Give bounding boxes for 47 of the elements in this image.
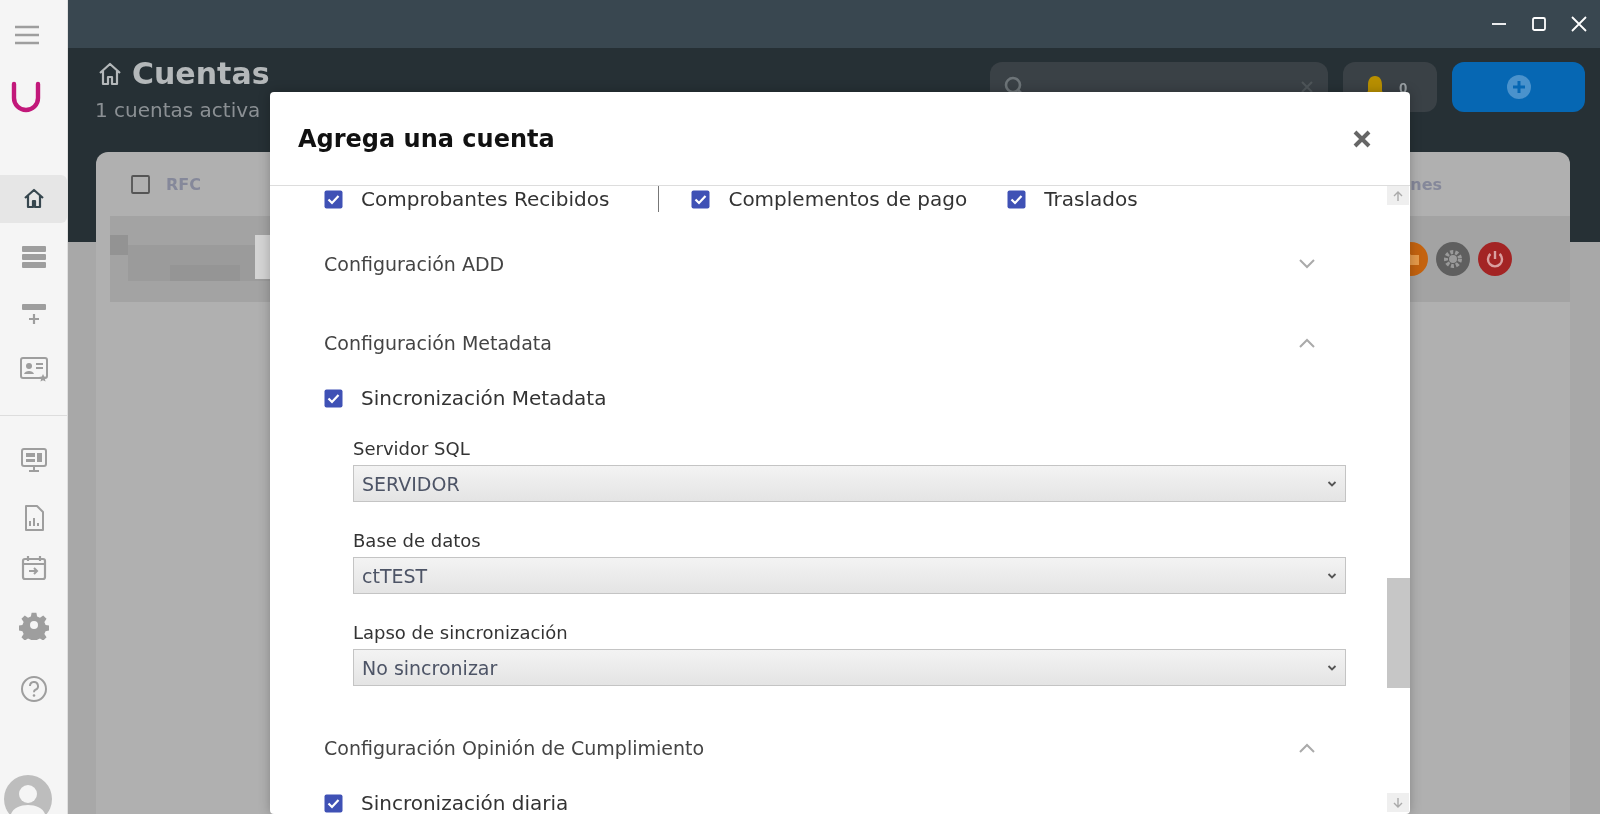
plus-circle-icon (1505, 74, 1532, 100)
help-icon (18, 674, 49, 704)
field-label: Base de datos (353, 530, 482, 552)
select-field[interactable]: No sincronizar (353, 649, 1346, 686)
arrow-down-icon (1392, 796, 1404, 809)
settings-icon[interactable] (1436, 242, 1470, 276)
scroll-up-button[interactable] (1387, 186, 1409, 205)
settings-icon (18, 610, 49, 640)
section-header[interactable]: Configuración Metadata (324, 327, 1316, 359)
checkbox-label: Complementos de pago (728, 187, 968, 211)
scrollbar-thumb[interactable] (1386, 578, 1410, 688)
power-icon[interactable] (1478, 242, 1512, 276)
checkbox-label: Comprobantes Recibidos (361, 187, 610, 211)
dialog-title: Agrega una cuenta (298, 124, 555, 153)
clear-icon[interactable] (1300, 80, 1314, 94)
checkbox[interactable] (324, 189, 343, 209)
checkbox-label: Traslados (1044, 187, 1138, 211)
section-header[interactable]: Configuración ADD (324, 248, 1316, 280)
scroll-down-button[interactable] (1387, 793, 1409, 812)
caret-down-icon (1327, 571, 1337, 580)
add-button[interactable] (1452, 62, 1585, 112)
monitor-icon (18, 445, 49, 475)
checkbox-label: Sincronización diaria (361, 791, 569, 814)
select-field[interactable]: ctTEST (353, 557, 1346, 594)
checkbox[interactable] (691, 189, 711, 209)
menu-icon[interactable] (13, 24, 41, 46)
checkbox-label: Sincronización Metadata (361, 386, 607, 410)
checkbox[interactable] (324, 388, 343, 408)
close-button[interactable] (1352, 128, 1372, 149)
sidebar-item[interactable] (0, 175, 67, 223)
checkbox[interactable] (131, 174, 150, 194)
contact-card-icon (18, 354, 49, 384)
field-label: Servidor SQL (353, 438, 471, 460)
caret-down-icon (1327, 663, 1337, 672)
page-title: Cuentas (132, 56, 270, 91)
maximize-icon[interactable] (1530, 15, 1548, 33)
arrow-up-icon (1392, 189, 1404, 202)
select-field[interactable]: SERVIDOR (353, 465, 1346, 502)
close-icon[interactable] (1570, 15, 1588, 33)
section-header[interactable]: Configuración Opinión de Cumplimiento (324, 732, 1316, 764)
checkbox[interactable] (1007, 189, 1027, 209)
field-label: Lapso de sincronización (353, 622, 569, 644)
logo-icon (9, 80, 43, 114)
page-subtitle: 1 cuentas activa (95, 98, 261, 122)
caret-down-icon (1327, 479, 1337, 488)
close-icon (1352, 128, 1372, 149)
checkbox[interactable] (324, 793, 343, 813)
